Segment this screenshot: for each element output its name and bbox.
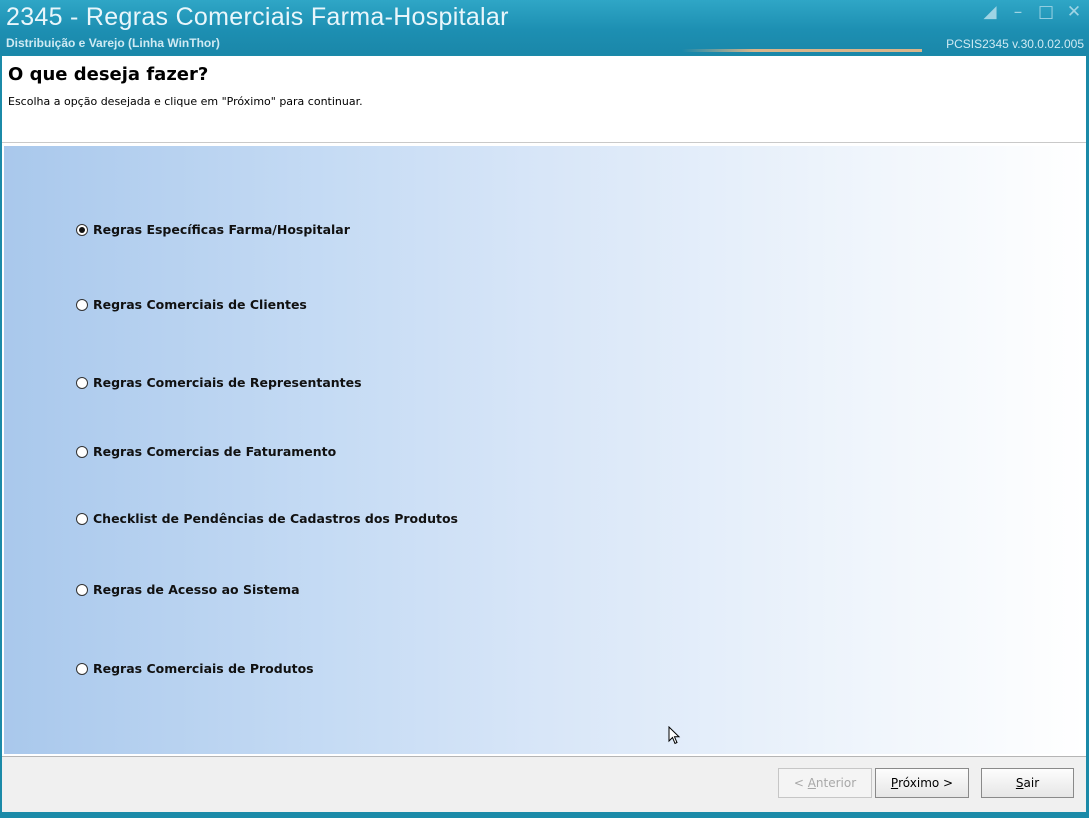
radio-button[interactable]	[76, 298, 88, 311]
option-label: Regras Específicas Farma/Hospitalar	[93, 222, 350, 237]
previous-label: nterior	[815, 776, 857, 790]
option-regras-especificas[interactable]: Regras Específicas Farma/Hospitalar	[76, 222, 350, 237]
exit-button[interactable]: Sair	[981, 768, 1074, 798]
options-panel: Regras Específicas Farma/Hospitalar Regr…	[4, 146, 1086, 754]
version-label: PCSIS2345 v.30.0.02.005	[946, 37, 1084, 51]
previous-mnemonic: A	[807, 776, 816, 790]
radio-button[interactable]	[76, 662, 88, 675]
previous-prefix: <	[793, 776, 808, 790]
option-regras-acesso[interactable]: Regras de Acesso ao Sistema	[76, 582, 300, 597]
option-label: Checklist de Pendências de Cadastros dos…	[93, 511, 458, 526]
restore-icon[interactable]: ◢	[981, 2, 999, 22]
window-controls: ◢ – □ ✕	[981, 2, 1083, 22]
next-button[interactable]: Próximo >	[875, 768, 969, 798]
window-title: 2345 - Regras Comerciais Farma-Hospitala…	[6, 3, 509, 31]
radio-button-selected[interactable]	[76, 223, 88, 236]
option-regras-faturamento[interactable]: Regras Comercias de Faturamento	[76, 444, 336, 459]
option-label: Regras Comerciais de Produtos	[93, 661, 314, 676]
option-label: Regras Comercias de Faturamento	[93, 444, 337, 459]
option-checklist-pendencias[interactable]: Checklist de Pendências de Cadastros dos…	[76, 511, 458, 526]
page-title: O que deseja fazer?	[8, 64, 209, 85]
option-label: Regras Comerciais de Clientes	[93, 297, 307, 312]
radio-button[interactable]	[76, 445, 88, 458]
minimize-icon[interactable]: –	[1009, 2, 1027, 22]
option-label: Regras Comerciais de Representantes	[93, 375, 362, 390]
exit-label: air	[1023, 776, 1040, 790]
previous-button[interactable]: < Anterior	[778, 768, 872, 798]
title-accent-line	[682, 49, 922, 52]
radio-button[interactable]	[76, 512, 88, 525]
wizard-content: O que deseja fazer? Escolha a opção dese…	[2, 56, 1086, 813]
title-bar: 2345 - Regras Comerciais Farma-Hospitala…	[0, 0, 1089, 55]
wizard-header: O que deseja fazer? Escolha a opção dese…	[2, 56, 1086, 143]
close-icon[interactable]: ✕	[1065, 2, 1083, 22]
mouse-cursor-icon	[668, 726, 681, 745]
option-regras-representantes[interactable]: Regras Comerciais de Representantes	[76, 375, 362, 390]
exit-mnemonic: S	[1015, 776, 1024, 790]
option-regras-clientes[interactable]: Regras Comerciais de Clientes	[76, 297, 307, 312]
window-subtitle: Distribuição e Varejo (Linha WinThor)	[6, 36, 220, 50]
radio-button[interactable]	[76, 376, 88, 389]
window-bottom-border	[0, 812, 1089, 818]
radio-button[interactable]	[76, 583, 88, 596]
next-mnemonic: P	[890, 776, 899, 790]
wizard-footer: < Anterior Próximo > Sair	[2, 756, 1086, 813]
instruction-text: Escolha a opção desejada e clique em "Pr…	[8, 95, 363, 108]
maximize-icon[interactable]: □	[1037, 2, 1055, 22]
option-label: Regras de Acesso ao Sistema	[93, 582, 300, 597]
option-regras-produtos[interactable]: Regras Comerciais de Produtos	[76, 661, 314, 676]
next-label: róximo >	[898, 776, 954, 790]
